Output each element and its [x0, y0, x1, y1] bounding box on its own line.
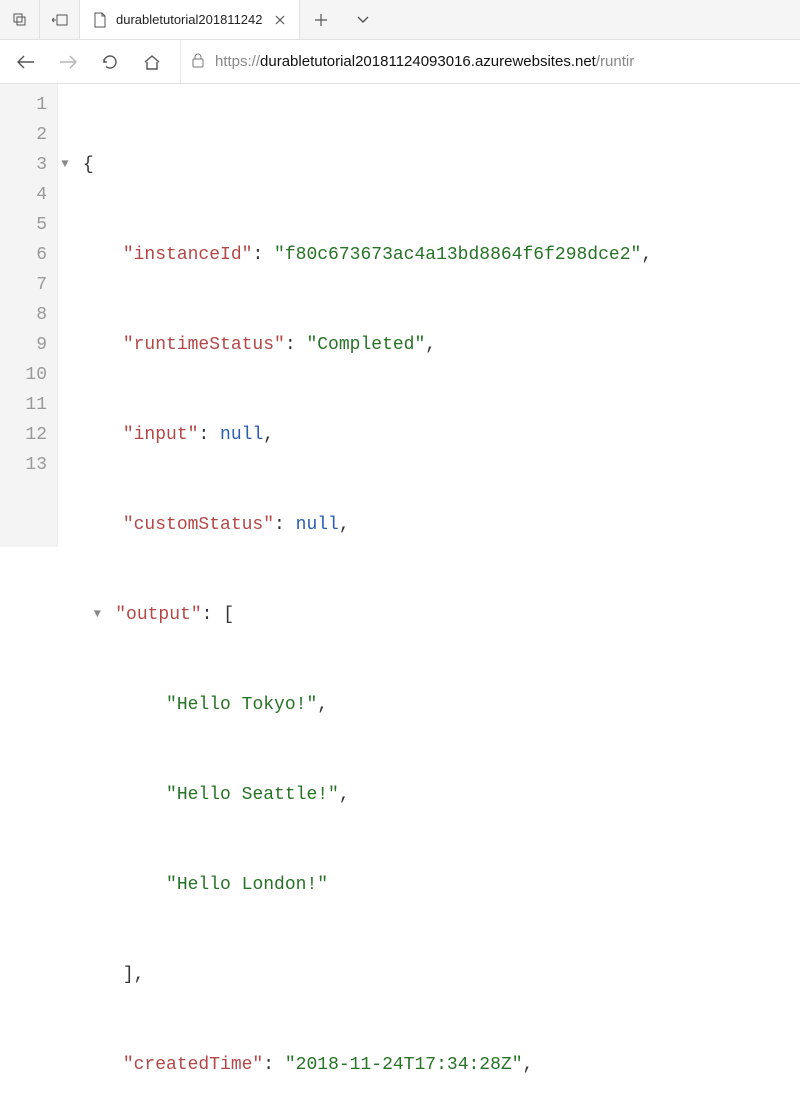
set-aside-tabs-icon[interactable] [40, 0, 80, 39]
titlebar: durabletutorial201811242 [0, 0, 800, 40]
chevron-down-icon[interactable] [342, 0, 384, 39]
browser-tab[interactable]: durabletutorial201811242 [80, 0, 300, 39]
navbar: https://durabletutorial20181124093016.az… [0, 40, 800, 84]
address-bar[interactable]: https://durabletutorial20181124093016.az… [180, 40, 794, 83]
refresh-button[interactable] [90, 44, 130, 80]
back-button[interactable] [6, 44, 46, 80]
tab-title: durabletutorial201811242 [116, 12, 263, 27]
tab-actions-icon[interactable] [0, 0, 40, 39]
lock-icon [191, 52, 205, 72]
new-tab-button[interactable] [300, 0, 342, 39]
page-icon [92, 12, 108, 28]
forward-button[interactable] [48, 44, 88, 80]
close-icon[interactable] [271, 11, 289, 29]
address-text: https://durabletutorial20181124093016.az… [215, 53, 634, 70]
line-number-gutter: 1 2 3 4 5 6 7 8 9 10 11 12 13 [0, 84, 58, 547]
fold-caret-icon[interactable]: ▼ [90, 599, 104, 629]
home-button[interactable] [132, 44, 172, 80]
json-viewer: 1 2 3 4 5 6 7 8 9 10 11 12 13 ▼ { "insta… [0, 84, 800, 547]
fold-caret-icon[interactable]: ▼ [58, 149, 72, 179]
json-content: ▼ { "instanceId": "f80c673673ac4a13bd886… [58, 84, 800, 547]
